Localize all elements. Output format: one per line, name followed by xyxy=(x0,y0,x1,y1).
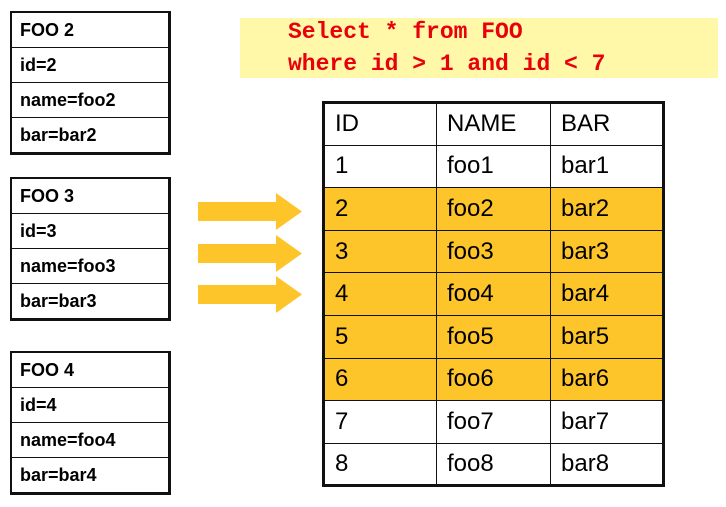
object-box-foo3: FOO 3 id=3 name=foo3 bar=bar3 xyxy=(10,177,171,321)
cell-id: 4 xyxy=(323,272,437,316)
header-name: NAME xyxy=(436,102,551,146)
object-field-id: id=2 xyxy=(12,48,168,83)
table-header-row: ID NAME BAR xyxy=(323,102,664,146)
cell-bar: bar8 xyxy=(550,442,664,487)
cell-id: 6 xyxy=(323,357,437,402)
table-row: 6 foo6 bar6 xyxy=(323,357,664,402)
object-box-foo2: FOO 2 id=2 name=foo2 bar=bar2 xyxy=(10,11,171,155)
sql-query-line-1: Select * from FOO xyxy=(288,19,523,45)
cell-name: foo4 xyxy=(436,272,551,316)
object-title: FOO 3 xyxy=(12,179,168,214)
table-row: 7 foo7 bar7 xyxy=(323,400,664,444)
object-box-foo4: FOO 4 id=4 name=foo4 bar=bar4 xyxy=(10,351,171,495)
cell-id: 2 xyxy=(323,187,437,231)
cell-name: foo1 xyxy=(436,144,551,189)
object-field-bar: bar=bar3 xyxy=(20,291,97,311)
cell-name: foo5 xyxy=(436,314,551,359)
table-row: 2 foo2 bar2 xyxy=(323,187,664,231)
cell-id: 3 xyxy=(323,229,437,274)
object-title: FOO 2 xyxy=(12,13,168,48)
cell-bar: bar3 xyxy=(550,229,664,274)
cell-bar: bar2 xyxy=(550,187,664,231)
cell-name: foo6 xyxy=(436,357,551,402)
object-field-name: name=foo4 xyxy=(12,423,168,458)
cell-bar: bar1 xyxy=(550,144,664,189)
table-row: 3 foo3 bar3 xyxy=(323,229,664,274)
right-arrow-icon xyxy=(198,276,302,313)
cell-name: foo3 xyxy=(436,229,551,274)
right-arrow-icon xyxy=(198,193,302,230)
foo-table: ID NAME BAR 1 foo1 bar1 2 foo2 bar2 3 fo… xyxy=(322,101,665,488)
sql-query-box: Select * from FOO where id > 1 and id < … xyxy=(240,18,718,78)
cell-bar: bar5 xyxy=(550,314,664,359)
cell-bar: bar7 xyxy=(550,400,664,444)
cell-name: foo8 xyxy=(436,442,551,487)
cell-bar: bar6 xyxy=(550,357,664,402)
object-field-name: name=foo2 xyxy=(12,83,168,118)
cell-id: 8 xyxy=(323,442,437,487)
cell-name: foo2 xyxy=(436,187,551,231)
sql-query-line-2: where id > 1 and id < 7 xyxy=(288,51,606,77)
cell-id: 5 xyxy=(323,314,437,359)
right-arrow-icon xyxy=(198,235,302,272)
cell-id: 1 xyxy=(323,144,437,189)
table-row: 4 foo4 bar4 xyxy=(323,272,664,316)
object-field-id: id=4 xyxy=(12,388,168,423)
header-bar: BAR xyxy=(550,102,664,146)
table-row: 5 foo5 bar5 xyxy=(323,314,664,359)
table-row: 8 foo8 bar8 xyxy=(323,442,664,487)
object-field-bar: bar=bar2 xyxy=(20,125,97,145)
object-field-name: name=foo3 xyxy=(12,249,168,284)
cell-name: foo7 xyxy=(436,400,551,444)
object-field-bar: bar=bar4 xyxy=(20,465,97,485)
object-field-id: id=3 xyxy=(12,214,168,249)
object-title: FOO 4 xyxy=(12,353,168,388)
table-row: 1 foo1 bar1 xyxy=(323,144,664,189)
cell-id: 7 xyxy=(323,400,437,444)
cell-bar: bar4 xyxy=(550,272,664,316)
header-id: ID xyxy=(323,102,437,146)
